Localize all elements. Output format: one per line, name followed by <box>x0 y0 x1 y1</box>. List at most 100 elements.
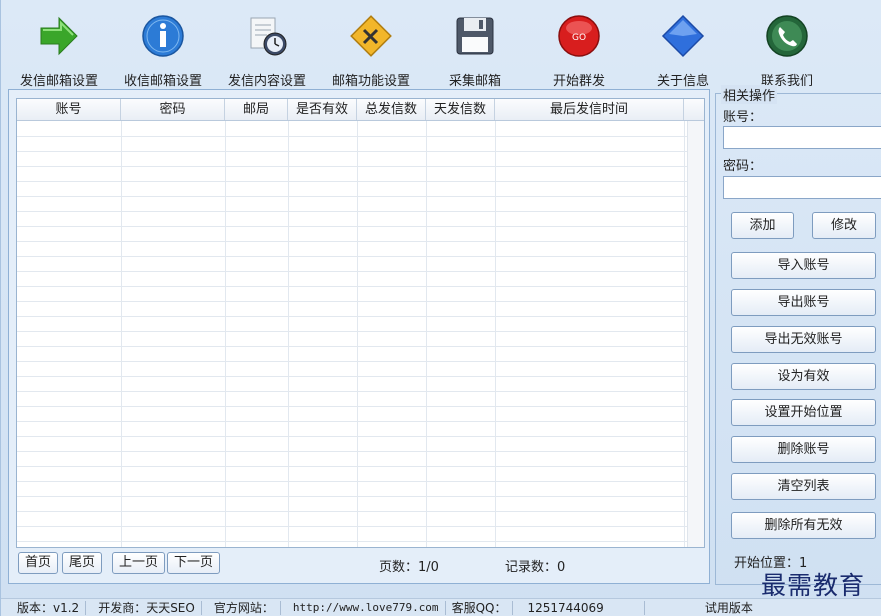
grid-column-line <box>684 121 685 547</box>
page-count: 页数：1/0 <box>379 556 439 575</box>
tool-label: 邮箱功能设置 <box>331 74 410 89</box>
grid-row-line <box>17 391 688 392</box>
column-header[interactable]: 天发信数 <box>426 99 495 120</box>
grid-column-line <box>121 121 122 547</box>
grid-row-line <box>17 181 688 182</box>
go-button-icon: GO <box>557 14 601 58</box>
account-input[interactable] <box>723 126 881 149</box>
grid-row-line <box>17 346 688 347</box>
tool-label: 发信内容设置 <box>227 74 306 89</box>
pager: 首页 尾页 上一页 下一页 <box>18 552 224 574</box>
table-body[interactable] <box>17 121 704 547</box>
tool-receive-mailbox-settings[interactable]: 收信邮箱设置 <box>111 8 215 89</box>
last-page-button[interactable]: 尾页 <box>62 552 103 574</box>
tool-mailbox-function-settings[interactable]: 邮箱功能设置 <box>319 8 423 89</box>
column-header[interactable]: 是否有效 <box>288 99 357 120</box>
account-table: 账号 密码 邮局 是否有效 总发信数 天发信数 最后发信时间 <box>16 98 705 548</box>
tool-label: 关于信息 <box>656 74 709 89</box>
grid-row-line <box>17 271 688 272</box>
password-input[interactable] <box>723 176 881 199</box>
import-accounts-button[interactable]: 导入账号 <box>731 252 876 279</box>
grid-row-line <box>17 436 688 437</box>
grid-row-line <box>17 331 688 332</box>
tool-contact-us[interactable]: 联系我们 <box>735 8 839 89</box>
info-icon <box>141 14 185 58</box>
grid-row-line <box>17 211 688 212</box>
tool-content-settings[interactable]: 发信内容设置 <box>215 8 319 89</box>
grid-row-line <box>17 151 688 152</box>
column-header[interactable]: 密码 <box>121 99 225 120</box>
grid-column-line <box>426 121 427 547</box>
status-bar: 版本：v1.2 开发商：天天SEO 官方网站： http://www.love7… <box>1 598 881 616</box>
record-count-value: 0 <box>557 560 566 575</box>
tool-label: 收信邮箱设置 <box>123 74 202 89</box>
grid-row-line <box>17 406 688 407</box>
add-button[interactable]: 添加 <box>731 212 794 239</box>
page-count-value: 1/0 <box>418 560 439 575</box>
grid-row-line <box>17 511 688 512</box>
grid-row-line <box>17 481 688 482</box>
watermark: 最需教育 <box>761 571 866 600</box>
grid-row-line <box>17 136 688 137</box>
grid-row-line <box>17 376 688 377</box>
vertical-scrollbar[interactable] <box>687 121 704 547</box>
tool-send-mailbox-settings[interactable]: 发信邮箱设置 <box>7 8 111 89</box>
status-edition: 试用版本 <box>704 600 753 615</box>
grid-row-line <box>17 316 688 317</box>
set-start-position-button[interactable]: 设置开始位置 <box>731 399 876 426</box>
green-arrow-icon <box>37 14 81 58</box>
column-header[interactable]: 账号 <box>17 99 121 120</box>
export-invalid-accounts-button[interactable]: 导出无效账号 <box>731 326 876 353</box>
tool-label: 开始群发 <box>552 74 605 89</box>
grid-row-line <box>17 421 688 422</box>
record-count: 记录数：0 <box>505 556 565 575</box>
next-page-button[interactable]: 下一页 <box>167 552 221 574</box>
grid-column-line <box>357 121 358 547</box>
modify-button[interactable]: 修改 <box>812 212 876 239</box>
actions-group-title: 相关操作 <box>721 85 778 104</box>
grid-row-line <box>17 241 688 242</box>
grid-row-line <box>17 226 688 227</box>
tool-label: 采集邮箱 <box>448 74 501 89</box>
grid-column-line <box>225 121 226 547</box>
main-window: 发信邮箱设置 收信邮箱设置 发信内容设置 邮箱功能设置 采集邮箱 GO 开始群发… <box>0 0 881 616</box>
column-header[interactable]: 邮局 <box>225 99 288 120</box>
export-accounts-button[interactable]: 导出账号 <box>731 289 876 316</box>
first-page-button[interactable]: 首页 <box>18 552 59 574</box>
grid-column-line <box>495 121 496 547</box>
floppy-disk-icon <box>453 14 497 58</box>
status-developer: 开发商：天天SEO <box>86 600 202 615</box>
column-header[interactable]: 总发信数 <box>357 99 426 120</box>
grid-row-line <box>17 286 688 287</box>
status-version: 版本：v1.2 <box>1 600 87 615</box>
grid-row-line <box>17 361 688 362</box>
tool-collect-mailbox[interactable]: 采集邮箱 <box>423 8 527 89</box>
page-count-label: 页数： <box>379 560 419 575</box>
grid-row-line <box>17 541 688 542</box>
prev-page-button[interactable]: 上一页 <box>112 552 166 574</box>
blue-diamond-icon <box>661 14 705 58</box>
toolbar: 发信邮箱设置 收信邮箱设置 发信内容设置 邮箱功能设置 采集邮箱 GO 开始群发… <box>7 8 881 89</box>
grid-row-line <box>17 256 688 257</box>
tool-about[interactable]: 关于信息 <box>631 8 735 89</box>
account-list-panel: 账号 密码 邮局 是否有效 总发信数 天发信数 最后发信时间 首页 尾页 上一页… <box>8 89 710 584</box>
status-site-url[interactable]: http://www.love779.com <box>281 600 446 615</box>
tool-start-mass-send[interactable]: GO 开始群发 <box>527 8 631 89</box>
delete-account-button[interactable]: 删除账号 <box>731 436 876 463</box>
column-header[interactable]: 最后发信时间 <box>495 99 684 120</box>
document-clock-icon <box>245 14 289 58</box>
grid-row-line <box>17 196 688 197</box>
grid-row-line <box>17 451 688 452</box>
phone-icon <box>765 14 809 58</box>
table-header: 账号 密码 邮局 是否有效 总发信数 天发信数 最后发信时间 <box>17 99 704 121</box>
delete-all-invalid-button[interactable]: 删除所有无效 <box>731 512 876 539</box>
status-qq-label: 客服QQ： <box>446 600 514 615</box>
grid-row-line <box>17 496 688 497</box>
grid-row-line <box>17 526 688 527</box>
status-site-label: 官方网站： <box>202 600 281 615</box>
tools-sign-icon <box>349 14 393 58</box>
clear-list-button[interactable]: 清空列表 <box>731 473 876 500</box>
grid-column-line <box>288 121 289 547</box>
set-valid-button[interactable]: 设为有效 <box>731 363 876 390</box>
password-label: 密码： <box>723 159 763 174</box>
